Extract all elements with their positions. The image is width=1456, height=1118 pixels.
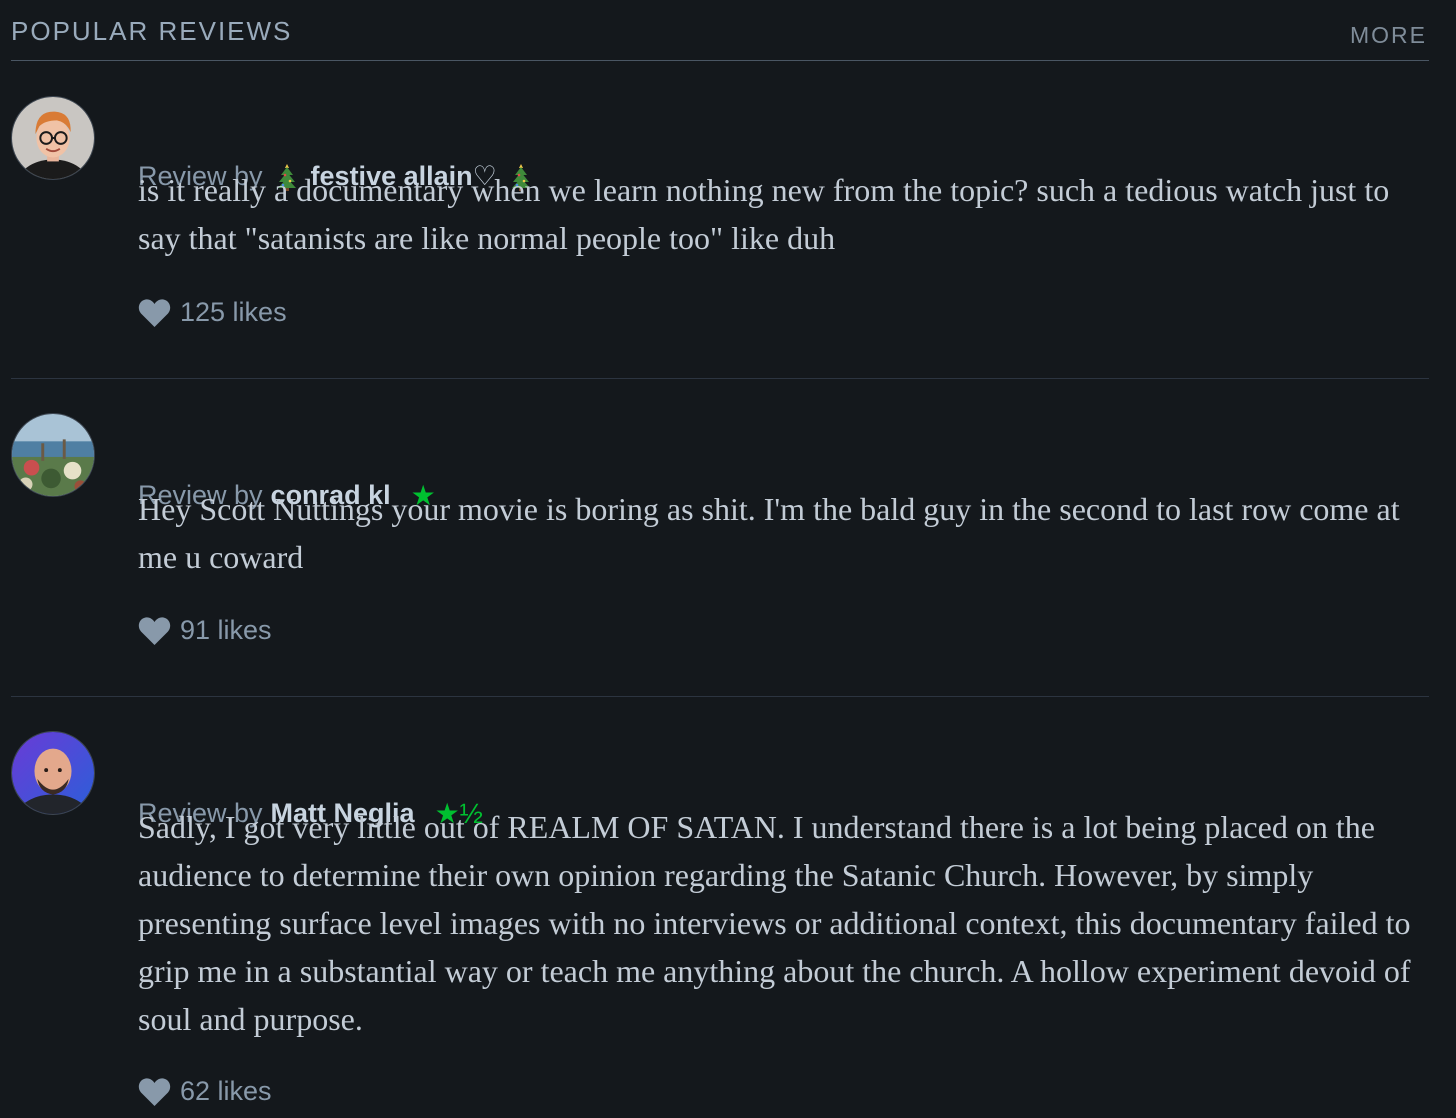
heart-icon[interactable] <box>138 616 171 646</box>
likes-count: 62 likes <box>180 1076 272 1106</box>
popular-reviews-section: POPULAR REVIEWS MORE Review by festive a… <box>11 0 1429 1118</box>
avatar[interactable] <box>11 96 95 180</box>
review-item: Review by festive allain♡ is it really a… <box>11 61 1429 379</box>
avatar[interactable] <box>11 731 95 815</box>
likes-row: 125 likes <box>138 297 287 328</box>
review-text: Sadly, I got very little out of REALM OF… <box>138 809 1411 1037</box>
review-text: is it really a documentary when we learn… <box>138 172 1390 256</box>
likes-row: 62 likes <box>138 1076 272 1107</box>
avatar[interactable] <box>11 413 95 497</box>
heart-icon[interactable] <box>138 1077 171 1107</box>
review-item: Review by conrad kl ★ Hey Scott Nuttings… <box>11 379 1429 697</box>
heart-icon[interactable] <box>138 298 171 328</box>
section-title: POPULAR REVIEWS <box>11 16 293 46</box>
review-text: Hey Scott Nuttings your movie is boring … <box>138 491 1400 575</box>
section-header: POPULAR REVIEWS MORE <box>11 0 1429 61</box>
likes-count: 91 likes <box>180 615 272 645</box>
likes-row: 91 likes <box>138 615 272 646</box>
review-item: Review by Matt Neglia ★½ Sadly, I got ve… <box>11 697 1429 1118</box>
more-link[interactable]: MORE <box>1350 22 1427 49</box>
likes-count: 125 likes <box>180 297 287 327</box>
